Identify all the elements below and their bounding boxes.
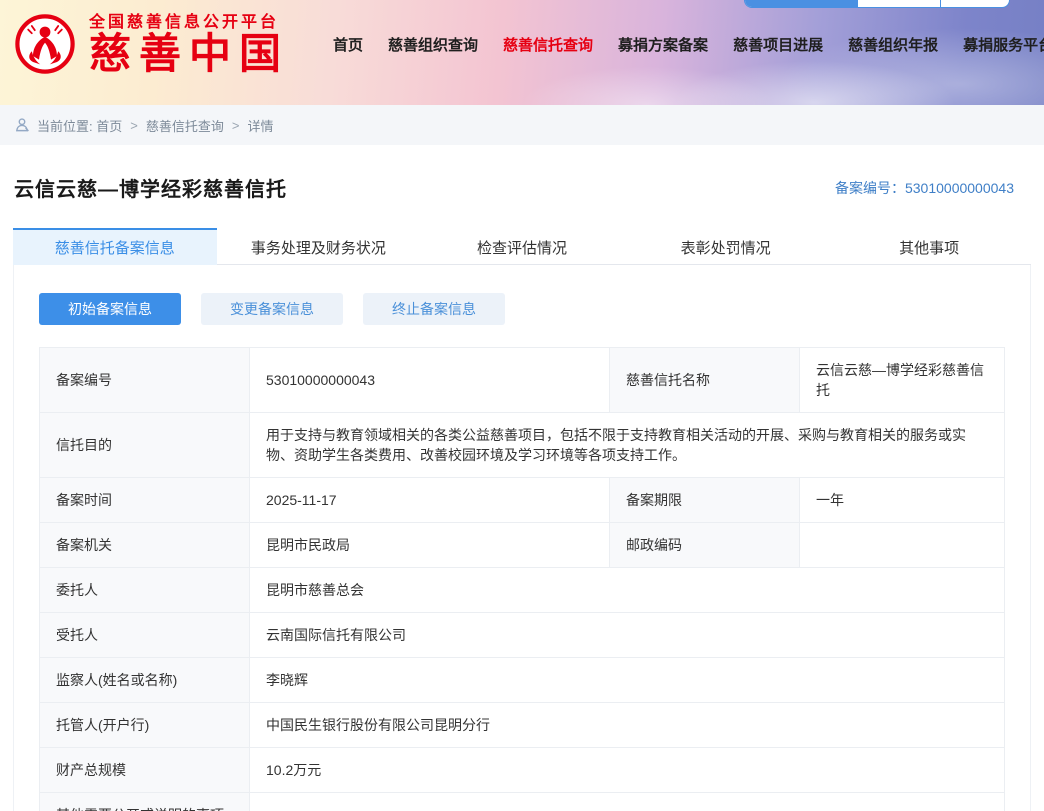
- field-label: 备案机关: [40, 523, 250, 568]
- table-row-other-disclosure: 其他需要公开或说明的事项: [40, 793, 1005, 811]
- field-label: 信托目的: [40, 413, 250, 478]
- field-label: 财产总规模: [40, 748, 250, 793]
- nav-item-fundraising-service[interactable]: 募捐服务平台: [963, 34, 1044, 55]
- record-number: 备案编号：53010000000043: [835, 178, 1014, 198]
- tab-commendation-punishment[interactable]: 表彰处罚情况: [624, 228, 828, 265]
- breadcrumb: 当前位置: 首页 > 慈善信托查询 > 详情: [0, 105, 1044, 145]
- field-label: 委托人: [40, 568, 250, 613]
- field-label: 慈善信托名称: [610, 348, 800, 413]
- content-panel: 慈善信托备案信息 事务处理及财务状况 检查评估情况 表彰处罚情况 其他事项 初始…: [13, 228, 1031, 811]
- field-value: 李晓辉: [250, 658, 1005, 703]
- location-person-icon: [14, 117, 30, 133]
- tab-trust-record-info[interactable]: 慈善信托备案信息: [13, 228, 217, 265]
- nav-item-annual-report[interactable]: 慈善组织年报: [848, 34, 938, 55]
- table-row-trustee: 受托人 云南国际信托有限公司: [40, 613, 1005, 658]
- field-label: 监察人(姓名或名称): [40, 658, 250, 703]
- table-row-total-assets: 财产总规模 10.2万元: [40, 748, 1005, 793]
- field-label: 备案编号: [40, 348, 250, 413]
- field-value: 云南国际信托有限公司: [250, 613, 1005, 658]
- field-label: 备案时间: [40, 478, 250, 523]
- field-value: 中国民生银行股份有限公司昆明分行: [250, 703, 1005, 748]
- breadcrumb-prefix: 当前位置:: [37, 116, 93, 135]
- breadcrumb-separator: >: [130, 118, 138, 133]
- header-search-widget[interactable]: [744, 0, 1010, 8]
- termination-record-button[interactable]: 终止备案信息: [363, 293, 505, 325]
- field-value: [800, 523, 1005, 568]
- breadcrumb-section[interactable]: 慈善信托查询: [146, 116, 224, 135]
- field-value: [250, 793, 1005, 811]
- table-row-record-number: 备案编号 53010000000043 慈善信托名称 云信云慈—博学经彩慈善信托: [40, 348, 1005, 413]
- table-row-custodian: 托管人(开户行) 中国民生银行股份有限公司昆明分行: [40, 703, 1005, 748]
- tab-bar: 慈善信托备案信息 事务处理及财务状况 检查评估情况 表彰处罚情况 其他事项: [13, 228, 1031, 265]
- site-header: 全国慈善信息公开平台 慈善中国 首页 慈善组织查询 慈善信托查询 募捐方案备案 …: [0, 0, 1044, 105]
- initial-record-button[interactable]: 初始备案信息: [39, 293, 181, 325]
- main-nav: 首页 慈善组织查询 慈善信托查询 募捐方案备案 慈善项目进展 慈善组织年报 募捐…: [333, 34, 1044, 55]
- record-type-buttons: 初始备案信息 变更备案信息 终止备案信息: [39, 293, 1005, 325]
- table-row-supervisor: 监察人(姓名或名称) 李晓辉: [40, 658, 1005, 703]
- tab-inspection-evaluation[interactable]: 检查评估情况: [420, 228, 624, 265]
- field-value: 一年: [800, 478, 1005, 523]
- header-search-widget-segment: [745, 0, 858, 7]
- field-value: 昆明市民政局: [250, 523, 610, 568]
- field-label: 邮政编码: [610, 523, 800, 568]
- field-label: 其他需要公开或说明的事项: [40, 793, 250, 811]
- tab-affairs-finance[interactable]: 事务处理及财务状况: [217, 228, 421, 265]
- charity-china-logo-icon: [15, 14, 75, 74]
- field-value: 用于支持与教育领域相关的各类公益慈善项目，包括不限于支持教育相关活动的开展、采购…: [250, 413, 1005, 478]
- header-search-widget-divider: [940, 0, 941, 7]
- nav-item-project-progress[interactable]: 慈善项目进展: [733, 34, 823, 55]
- change-record-button[interactable]: 变更备案信息: [201, 293, 343, 325]
- page-title: 云信云慈—博学经彩慈善信托: [14, 173, 287, 202]
- field-value: 2025-11-17: [250, 478, 610, 523]
- table-row-trust-purpose: 信托目的 用于支持与教育领域相关的各类公益慈善项目，包括不限于支持教育相关活动的…: [40, 413, 1005, 478]
- field-label: 受托人: [40, 613, 250, 658]
- title-row: 云信云慈—博学经彩慈善信托 备案编号：53010000000043: [14, 173, 1014, 202]
- brand-name: 慈善中国: [89, 32, 289, 76]
- breadcrumb-current: 详情: [247, 116, 273, 135]
- record-number-label: 备案编号：: [835, 180, 905, 196]
- tab-other-matters[interactable]: 其他事项: [827, 228, 1031, 265]
- nav-item-home[interactable]: 首页: [333, 34, 363, 55]
- field-label: 备案期限: [610, 478, 800, 523]
- breadcrumb-separator: >: [232, 118, 240, 133]
- record-number-value: 53010000000043: [905, 180, 1014, 196]
- panel-body: 初始备案信息 变更备案信息 终止备案信息 备案编号 53010000000043…: [13, 265, 1031, 811]
- field-value: 53010000000043: [250, 348, 610, 413]
- brand-text: 全国慈善信息公开平台 慈善中国: [89, 8, 289, 76]
- breadcrumb-home[interactable]: 首页: [96, 116, 122, 135]
- table-row-settlor: 委托人 昆明市慈善总会: [40, 568, 1005, 613]
- field-value: 昆明市慈善总会: [250, 568, 1005, 613]
- logo-link[interactable]: 全国慈善信息公开平台 慈善中国: [15, 8, 289, 76]
- field-label: 托管人(开户行): [40, 703, 250, 748]
- nav-item-fundraising-plan[interactable]: 募捐方案备案: [618, 34, 708, 55]
- field-value: 10.2万元: [250, 748, 1005, 793]
- table-row-record-authority: 备案机关 昆明市民政局 邮政编码: [40, 523, 1005, 568]
- table-row-record-date: 备案时间 2025-11-17 备案期限 一年: [40, 478, 1005, 523]
- field-value: 云信云慈—博学经彩慈善信托: [800, 348, 1005, 413]
- nav-item-org-search[interactable]: 慈善组织查询: [388, 34, 478, 55]
- detail-table: 备案编号 53010000000043 慈善信托名称 云信云慈—博学经彩慈善信托…: [39, 347, 1005, 811]
- nav-item-trust-search[interactable]: 慈善信托查询: [503, 34, 593, 55]
